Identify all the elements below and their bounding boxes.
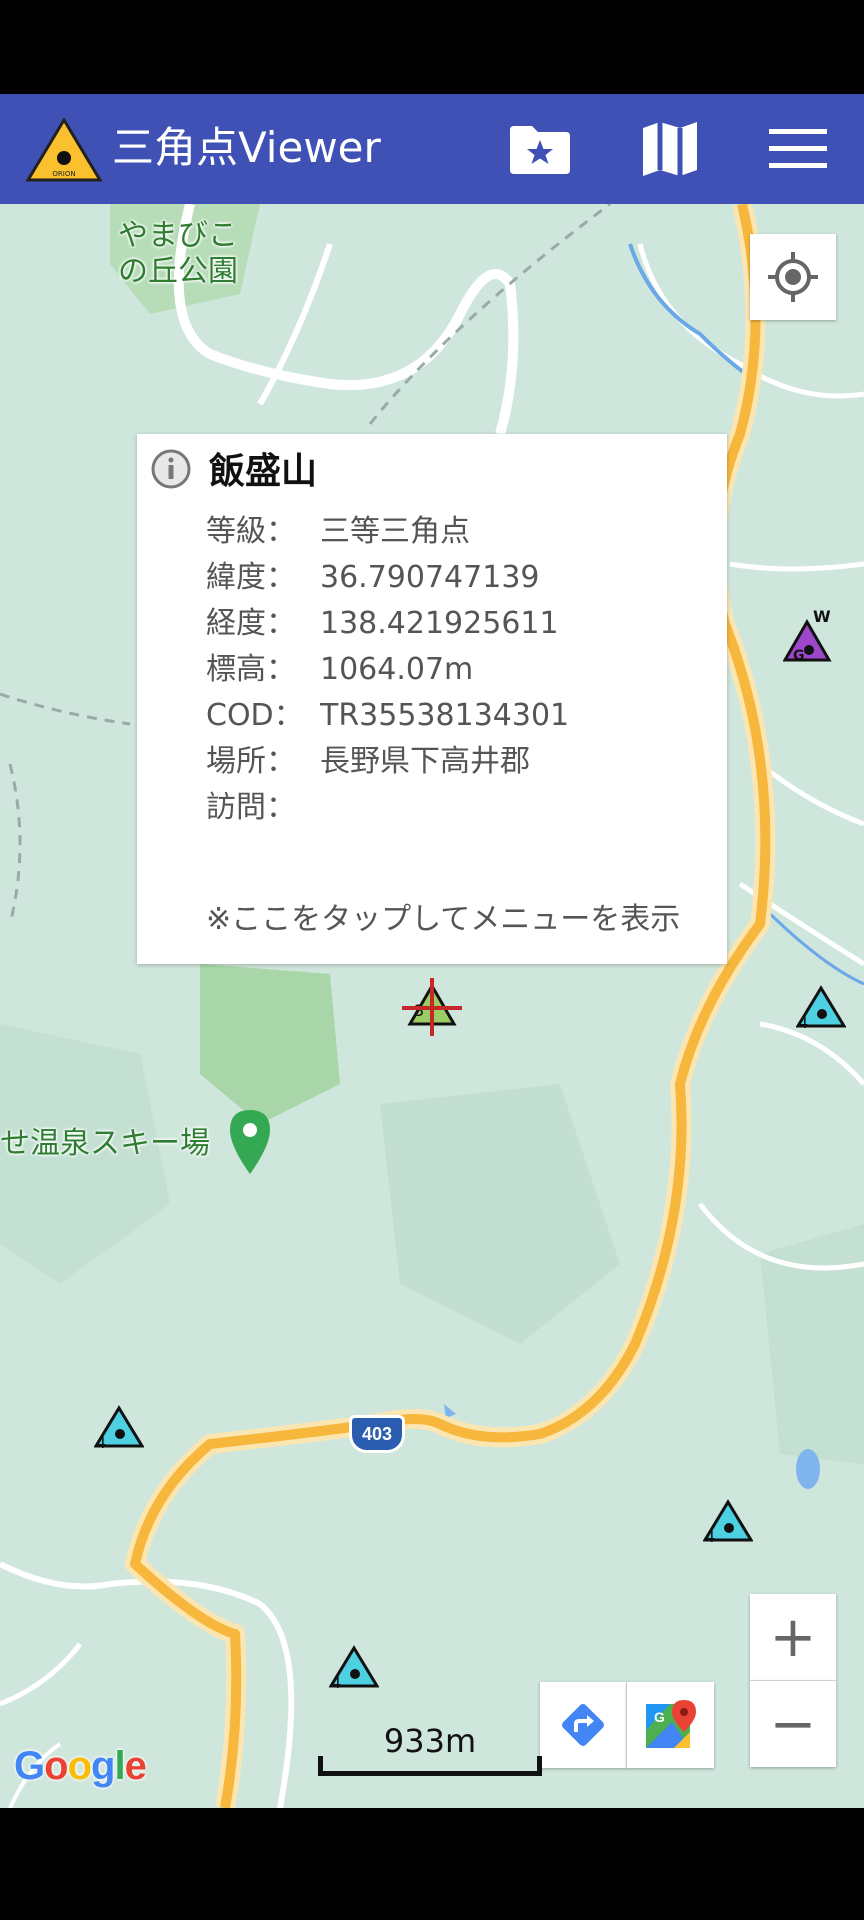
status-bar: [0, 0, 864, 94]
row-label: 標高：: [206, 652, 296, 687]
svg-text:4: 4: [96, 1433, 106, 1450]
scale-text: 933m: [383, 1722, 477, 1760]
grade4-point-marker-icon[interactable]: 4: [796, 980, 846, 1030]
row-label: 等級：: [206, 514, 296, 549]
popup-row-grade: 等級： 三等三角点: [206, 512, 470, 552]
svg-text:3: 3: [414, 1001, 424, 1020]
grade4-point-marker-icon[interactable]: 4: [703, 1494, 753, 1544]
gps-point-marker-icon[interactable]: G W: [783, 608, 839, 664]
google-maps-icon: G: [645, 1700, 696, 1748]
svg-text:4: 4: [705, 1527, 715, 1544]
popup-title: 飯盛山: [209, 451, 318, 492]
menu-icon: [769, 129, 827, 168]
menu-button[interactable]: [764, 116, 832, 182]
scale-bar: 933m: [318, 1720, 542, 1776]
folder-star-icon: [510, 126, 570, 174]
info-icon: [151, 449, 191, 489]
svg-text:4: 4: [798, 1013, 808, 1030]
svg-text:G: G: [654, 1709, 665, 1725]
row-label: 緯度：: [206, 560, 296, 595]
grade4-point-marker-icon[interactable]: 4: [94, 1400, 144, 1450]
selected-point-marker-icon[interactable]: 3: [400, 974, 464, 1038]
directions-button[interactable]: [540, 1682, 627, 1768]
row-value: 36.790747139: [320, 560, 540, 595]
google-logo: Google: [14, 1744, 147, 1788]
favorites-folder-button[interactable]: [506, 116, 574, 182]
route-shield: 403: [349, 1415, 405, 1453]
park-label-line2: の丘公園: [118, 254, 238, 289]
svg-text:W: W: [813, 608, 831, 626]
popup-row-longitude: 経度： 138.421925611: [206, 604, 559, 644]
place-pin-icon[interactable]: [228, 1108, 272, 1178]
row-label: 場所：: [206, 744, 296, 779]
row-label: COD：: [206, 698, 304, 733]
popup-tap-hint: ※ここをタップしてメニューを表示: [206, 902, 681, 937]
svg-text:G: G: [793, 648, 805, 664]
zoom-out-button[interactable]: −: [750, 1681, 836, 1767]
map-type-button[interactable]: [636, 116, 704, 182]
map-icon: [643, 122, 697, 176]
park-label-line1: やまびこ: [118, 218, 238, 253]
ski-area-label: せ温泉スキー場: [0, 1126, 210, 1161]
app-bar: ORION 三角点Viewer: [0, 94, 864, 204]
map-view[interactable]: やまびこ の丘公園 せ温泉スキー場 403 G W 4 4 4 4 3 + − …: [0, 204, 864, 1808]
point-info-popup[interactable]: 飯盛山 等級： 三等三角点 緯度： 36.790747139 経度： 138.4219…: [137, 434, 727, 964]
row-value: 1064.07m: [320, 652, 474, 687]
popup-row-code: COD： TR35538134301: [206, 696, 569, 736]
row-value: TR35538134301: [320, 698, 570, 733]
open-google-maps-button[interactable]: G: [627, 1682, 714, 1768]
row-value: 138.421925611: [320, 606, 559, 641]
row-value: 長野県下高井郡: [320, 744, 530, 779]
row-label: 経度：: [206, 606, 296, 641]
orion-logo-icon: ORION: [26, 118, 102, 182]
popup-row-visit: 訪問：: [206, 788, 320, 828]
scale-line: [318, 1756, 542, 1776]
grade4-point-marker-icon[interactable]: 4: [329, 1640, 379, 1690]
row-label: 訪問：: [206, 790, 296, 825]
zoom-in-button[interactable]: +: [750, 1594, 836, 1681]
svg-text:4: 4: [331, 1673, 341, 1690]
popup-row-elevation: 標高： 1064.07m: [206, 650, 473, 690]
navigation-bar: [0, 1808, 864, 1920]
popup-row-latitude: 緯度： 36.790747139: [206, 558, 540, 598]
app-title: 三角点Viewer: [112, 123, 381, 172]
directions-icon: [562, 1704, 604, 1746]
my-location-button[interactable]: [750, 234, 836, 320]
row-value: 三等三角点: [320, 514, 470, 549]
svg-text:ORION: ORION: [52, 170, 75, 178]
my-location-icon: [768, 252, 818, 302]
popup-row-location: 場所： 長野県下高井郡: [206, 742, 530, 782]
